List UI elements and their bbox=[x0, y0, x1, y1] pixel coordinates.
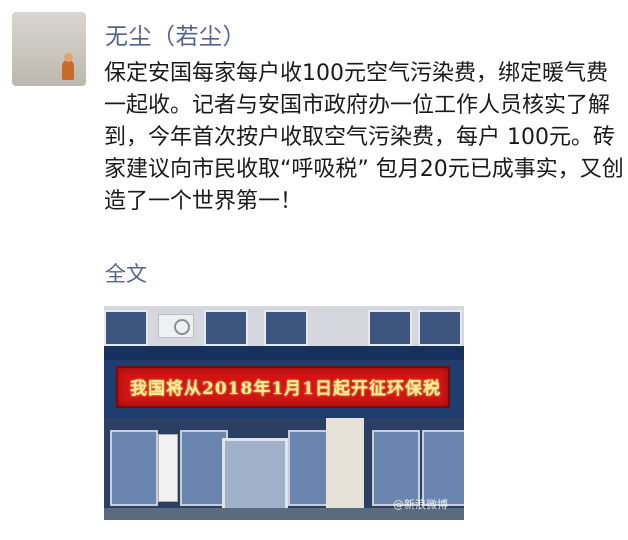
photo-roof-stripe bbox=[104, 346, 464, 360]
photo-glass-panel bbox=[180, 430, 228, 506]
avatar-person-head bbox=[64, 53, 73, 62]
photo-glass-panel bbox=[110, 430, 158, 506]
avatar[interactable] bbox=[12, 12, 86, 86]
photo-glass-panel bbox=[422, 430, 464, 506]
photo-window bbox=[204, 310, 248, 346]
username[interactable]: 无尘（若尘） bbox=[105, 17, 246, 51]
photo-window bbox=[368, 310, 412, 346]
photo-plaque bbox=[158, 434, 178, 502]
photo-watermark: @新浪微博 bbox=[393, 498, 448, 511]
photo-window bbox=[264, 310, 308, 346]
photo-glass-panel bbox=[372, 430, 420, 506]
led-sign-text: 我国将从2018年1月1日起开征环保税 bbox=[130, 379, 441, 399]
post-photo[interactable]: 我国将从2018年1月1日起开征环保税 @新浪微博 bbox=[104, 306, 464, 520]
post-text: 保定安国每家每户收100元空气污染费，绑定暖气费一起收。记者与安国市政府办一位工… bbox=[104, 61, 624, 214]
air-conditioner-fan bbox=[174, 319, 190, 335]
photo-window bbox=[104, 310, 148, 346]
avatar-person-figure bbox=[62, 60, 74, 80]
photo-pillar bbox=[326, 418, 364, 520]
full-text-link[interactable]: 全文 bbox=[105, 258, 147, 288]
photo-window bbox=[418, 310, 462, 346]
